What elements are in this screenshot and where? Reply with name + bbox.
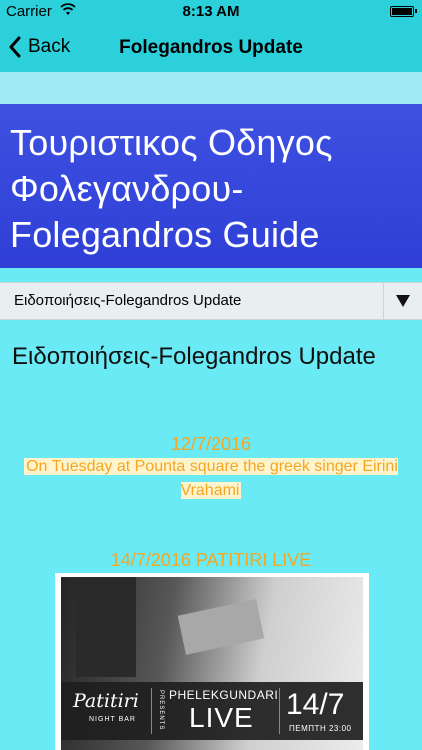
header-strip — [0, 72, 422, 104]
navigation-bar: Back Folegandros Update — [0, 24, 422, 72]
clock: 8:13 AM — [182, 3, 240, 20]
poster-presents: PRESENTS — [158, 690, 164, 731]
poster-info-bar: Patitiri NIGHT BAR PRESENTS PHELEKGUNDAR… — [61, 682, 363, 740]
poster-date: 14/7 — [286, 688, 345, 721]
poster-image: Patitiri NIGHT BAR PRESENTS PHELEKGUNDAR… — [61, 577, 363, 750]
poster-day-time: ΠΕΜΠΤΗ 23:00 — [289, 724, 352, 733]
guide-banner: Τουριστικος Οδηγος Φολεγανδρου-Folegandr… — [0, 104, 422, 268]
post-item: 12/7/2016 On Tuesday at Pounta square th… — [0, 433, 422, 503]
content-heading: Ειδοποιήσεις-Folegandros Update — [12, 343, 376, 370]
poster-logo: Patitiri — [73, 690, 139, 712]
poster-artist: PHELEKGUNDARI — [169, 688, 279, 702]
event-poster: Patitiri NIGHT BAR PRESENTS PHELEKGUNDAR… — [55, 573, 369, 750]
triangle-down-icon — [396, 295, 410, 307]
section-select-value: Ειδοποιήσεις-Folegandros Update — [14, 292, 242, 309]
poster-logo-sub: NIGHT BAR — [89, 716, 136, 723]
post-date: 12/7/2016 — [170, 434, 252, 454]
poster-live: LIVE — [189, 702, 254, 733]
status-bar: Carrier 8:13 AM — [0, 0, 422, 24]
section-select[interactable]: Ειδοποιήσεις-Folegandros Update — [0, 282, 422, 320]
section-select-toggle[interactable] — [383, 283, 422, 319]
post-text: On Tuesday at Pounta square the greek si… — [24, 458, 398, 499]
page-title: Folegandros Update — [119, 37, 303, 58]
battery-icon — [390, 6, 417, 17]
post-date: 14/7/2016 PATITIRI LIVE — [110, 550, 312, 570]
post-item: 14/7/2016 PATITIRI LIVE — [0, 549, 422, 571]
